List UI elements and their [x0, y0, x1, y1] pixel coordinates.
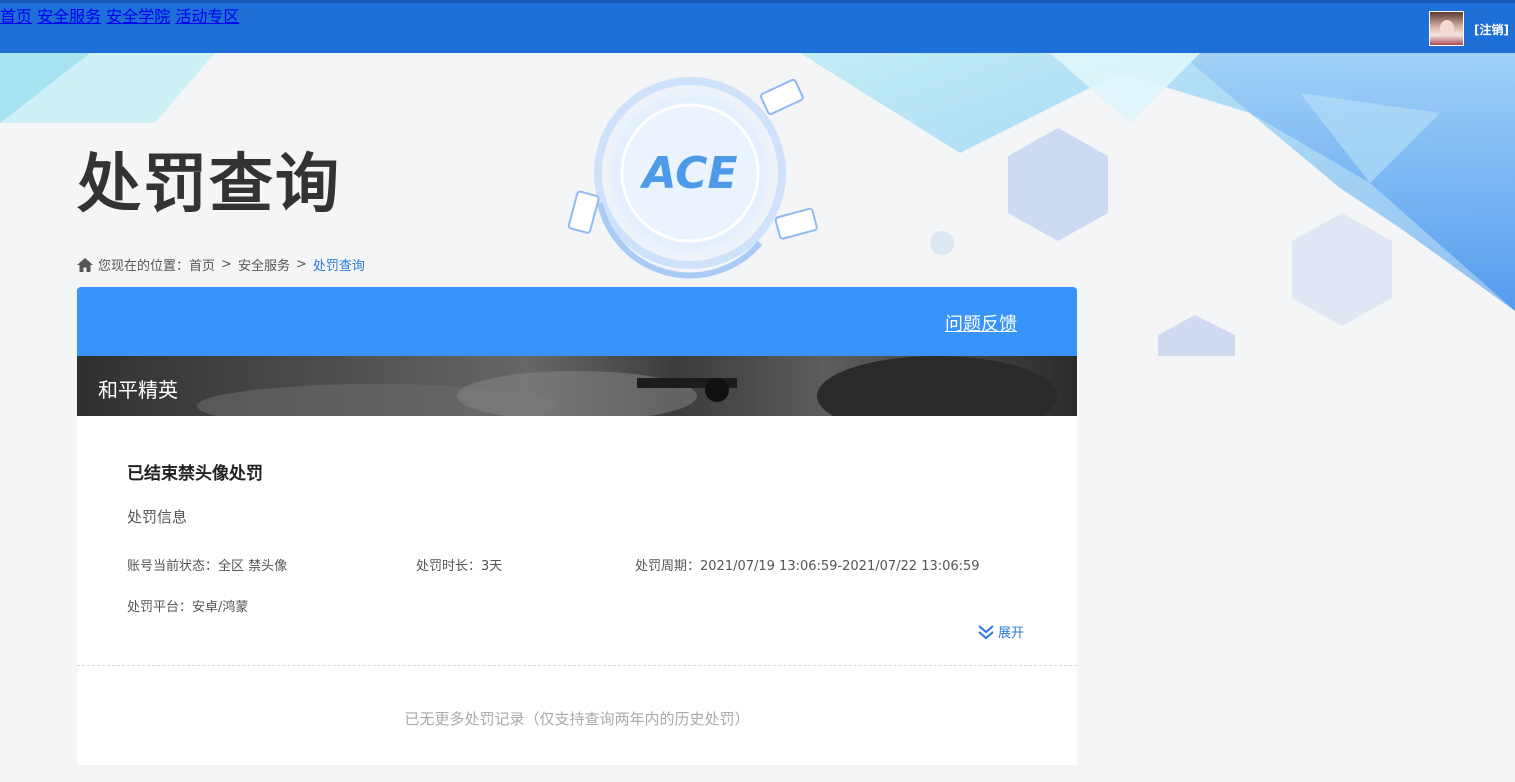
ace-logo-icon: ACE	[639, 148, 737, 199]
nav-activity-zone[interactable]: 活动专区	[175, 7, 239, 26]
no-more-records: 已无更多处罚记录（仅支持查询两年内的历史处罚）	[404, 710, 750, 728]
nav-security-academy[interactable]: 安全学院	[106, 7, 170, 26]
expand-button[interactable]: 展开	[977, 622, 1024, 641]
nav-security-service[interactable]: 安全服务	[37, 7, 101, 26]
penalty-platform: 处罚平台：安卓/鸿蒙	[127, 600, 249, 615]
feedback-link[interactable]: 问题反馈	[945, 310, 1017, 336]
double-chevron-down-icon	[978, 624, 994, 639]
penalty-info-label: 处罚信息	[127, 508, 188, 526]
top-nav-bar: 首页 安全服务 安全学院 活动专区 [注销]	[0, 0, 1515, 53]
game-banner: 和平精英	[77, 356, 1077, 416]
nav-home[interactable]: 首页	[0, 7, 32, 26]
breadcrumb-prefix: 您现在的位置：	[98, 259, 190, 274]
penalty-period: 处罚周期：2021/07/19 13:06:59-2021/07/22 13:0…	[635, 559, 980, 574]
breadcrumb-separator: >	[221, 257, 232, 272]
account-status: 账号当前状态：全区 禁头像	[127, 559, 288, 574]
penalty-card: 已结束禁头像处罚 处罚信息 账号当前状态：全区 禁头像 处罚时长：3天 处罚周期…	[77, 416, 1077, 765]
page-title: 处罚查询	[77, 148, 341, 222]
penalty-duration: 处罚时长：3天	[416, 559, 503, 574]
breadcrumb-separator: >	[295, 257, 307, 272]
card-header: 问题反馈	[77, 287, 1077, 356]
avatar[interactable]	[1429, 11, 1464, 46]
expand-label: 展开	[998, 626, 1025, 641]
game-banner-art	[77, 356, 1077, 416]
breadcrumb: 您现在的位置： 首页 > 安全服务 > 处罚查询	[77, 255, 365, 274]
game-name: 和平精英	[98, 378, 178, 402]
breadcrumb-item-security-service[interactable]: 安全服务	[238, 255, 290, 274]
breadcrumb-item-current: 处罚查询	[312, 259, 365, 274]
penalty-title: 已结束禁头像处罚	[127, 464, 263, 484]
divider	[77, 665, 1077, 666]
home-icon	[77, 257, 93, 272]
logout-link[interactable]: [注销]	[1474, 21, 1509, 38]
breadcrumb-item-home[interactable]: 首页	[189, 255, 215, 274]
